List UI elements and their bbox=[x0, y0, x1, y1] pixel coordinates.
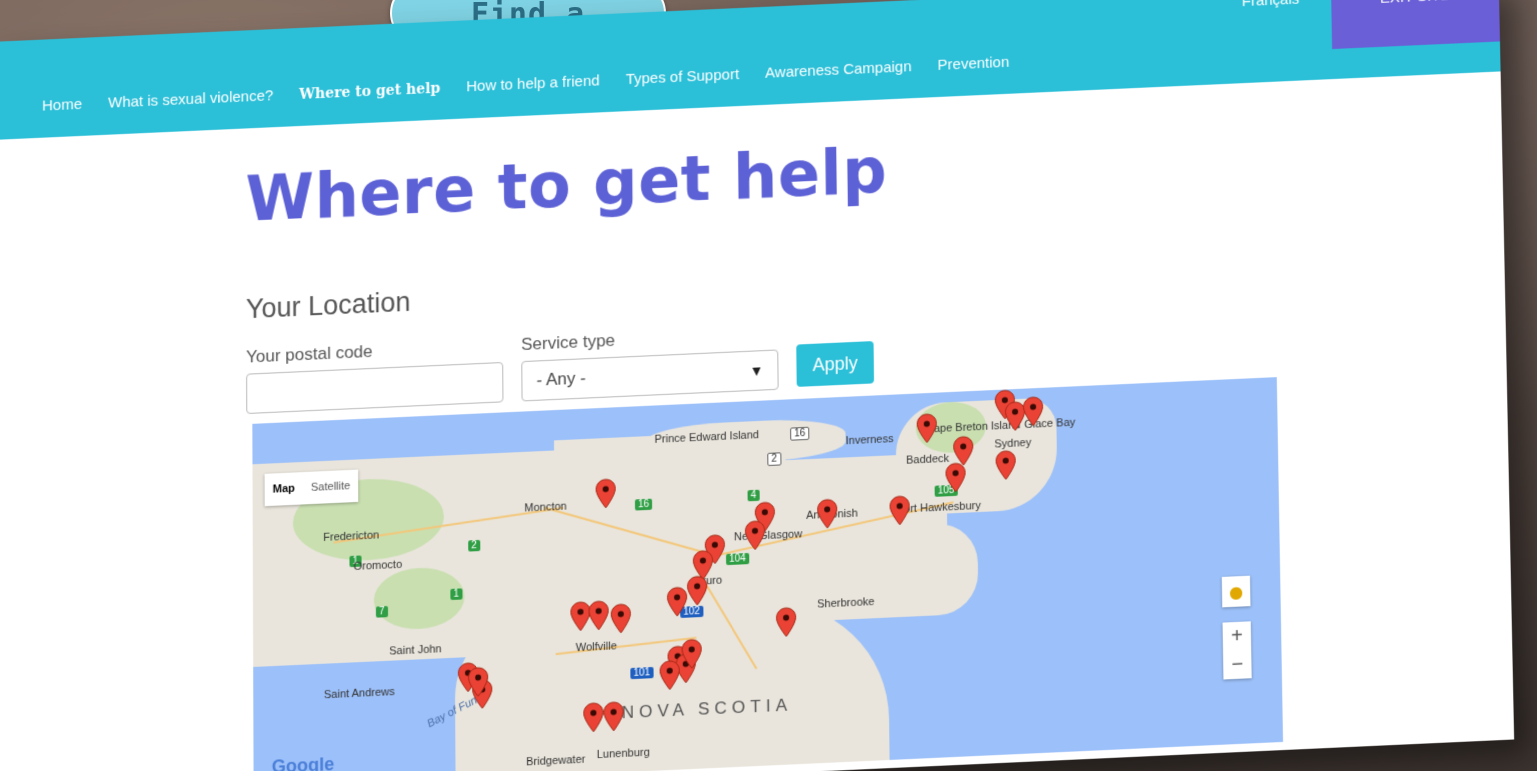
highway-shield: 104 bbox=[726, 552, 749, 566]
map-label: Saint John bbox=[389, 643, 442, 658]
highway-shield: 4 bbox=[747, 489, 760, 502]
map-label: Inverness bbox=[845, 432, 894, 448]
exit-site-button[interactable]: EXIT SITE bbox=[1330, 0, 1500, 50]
map-label: Lunenburg bbox=[596, 746, 650, 762]
map-pin-icon[interactable] bbox=[775, 607, 797, 638]
nav-awareness-campaign[interactable]: Awareness Campaign bbox=[765, 58, 912, 82]
map-label: Moncton bbox=[524, 500, 567, 515]
highway-shield: 2 bbox=[468, 539, 480, 552]
map-pin-icon[interactable] bbox=[602, 701, 624, 733]
map-pin-icon[interactable] bbox=[582, 702, 604, 734]
street-view-pegman-icon[interactable]: ● bbox=[1221, 575, 1251, 608]
apply-button[interactable]: Apply bbox=[796, 341, 875, 387]
map-label: Sydney bbox=[994, 436, 1032, 451]
highway-shield: 2 bbox=[767, 452, 782, 467]
nav-prevention[interactable]: Prevention bbox=[937, 54, 1009, 74]
nav-what-is-sexual-violence[interactable]: What is sexual violence? bbox=[108, 87, 273, 112]
map-type-map[interactable]: Map bbox=[265, 472, 303, 506]
highway-shield: 16 bbox=[634, 498, 653, 511]
postal-code-input[interactable] bbox=[246, 361, 504, 415]
map-pin-icon[interactable] bbox=[888, 495, 910, 526]
map-pin-icon[interactable] bbox=[816, 498, 838, 529]
highway-shield: 1 bbox=[450, 588, 463, 601]
map-pin-icon[interactable] bbox=[680, 638, 702, 669]
map-pin-icon[interactable] bbox=[686, 575, 708, 606]
highway-shield: 7 bbox=[375, 605, 388, 618]
nav-how-to-help-a-friend[interactable]: How to help a friend bbox=[466, 72, 600, 95]
highway-shield: 101 bbox=[630, 666, 654, 680]
map-label: Baddeck bbox=[906, 452, 950, 467]
map-label: Saint Andrews bbox=[323, 685, 395, 702]
chevron-down-icon: ▼ bbox=[749, 362, 764, 379]
zoom-control: + − bbox=[1222, 621, 1252, 680]
map-pin-icon[interactable] bbox=[744, 520, 766, 551]
map-label: Sherbrooke bbox=[817, 595, 875, 611]
zoom-out-button[interactable]: − bbox=[1223, 650, 1252, 680]
map-label: Oromocto bbox=[353, 558, 403, 574]
language-toggle[interactable]: Français bbox=[1242, 0, 1300, 10]
map-pin-icon[interactable] bbox=[1022, 396, 1045, 427]
map-pin-icon[interactable] bbox=[610, 603, 632, 634]
browser-screen: Home What is sexual violence? Where to g… bbox=[0, 0, 1515, 771]
map-pin-icon[interactable] bbox=[916, 413, 938, 444]
map-label: Fredericton bbox=[323, 529, 380, 545]
map-pin-icon[interactable] bbox=[595, 478, 617, 509]
nav-home[interactable]: Home bbox=[42, 96, 82, 115]
map-type-control: Map Satellite bbox=[264, 469, 359, 507]
map-pin-icon[interactable] bbox=[587, 600, 609, 631]
main-content: Where to get help Your Location Your pos… bbox=[0, 71, 1514, 771]
map-type-satellite[interactable]: Satellite bbox=[303, 470, 359, 505]
zoom-in-button[interactable]: + bbox=[1223, 621, 1252, 651]
map-view[interactable]: 16 2 16 2 1 7 1 102 101 104 105 4 Prince… bbox=[252, 377, 1284, 771]
service-type-select[interactable]: - Any - ▼ bbox=[521, 349, 779, 402]
map-pin-icon[interactable] bbox=[659, 660, 681, 692]
map-pin-icon[interactable] bbox=[666, 586, 688, 617]
map-pin-icon[interactable] bbox=[994, 450, 1017, 481]
map-pin-icon[interactable] bbox=[944, 462, 967, 493]
nav-types-of-support[interactable]: Types of Support bbox=[626, 66, 740, 88]
google-logo: Google bbox=[271, 753, 335, 771]
service-type-value: - Any - bbox=[536, 368, 586, 390]
nav-where-to-get-help[interactable]: Where to get help bbox=[299, 80, 440, 102]
map-pin-icon[interactable] bbox=[467, 666, 489, 698]
map-label: Wolfville bbox=[575, 640, 617, 655]
highway-shield: 16 bbox=[790, 426, 810, 441]
